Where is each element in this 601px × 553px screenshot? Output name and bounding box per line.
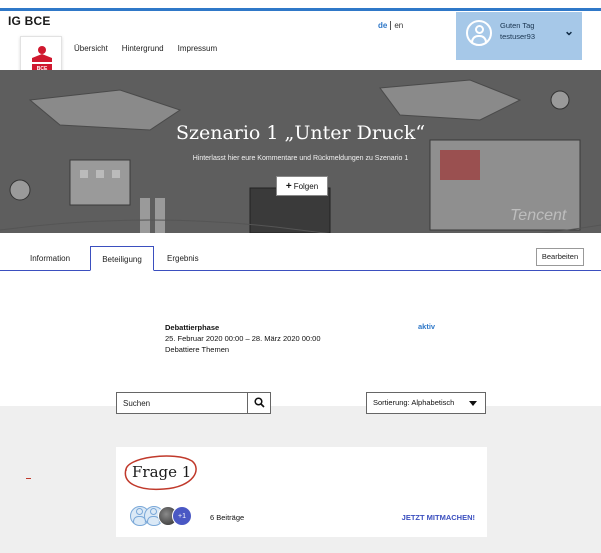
tab-result[interactable]: Ergebnis (167, 246, 199, 271)
search-input[interactable] (117, 393, 247, 413)
search-box (116, 392, 271, 414)
greeting-text: Guten Tag (500, 21, 535, 30)
sort-dropdown[interactable]: Sortierung: Alphabetisch (366, 392, 486, 414)
hero-illustration: Tencent (0, 70, 601, 233)
phase-subtitle: Debattiere Themen (165, 345, 230, 354)
username: testuser93 (500, 32, 536, 41)
page-title: Szenario 1 „Unter Druck“ (175, 122, 426, 144)
search-icon (254, 397, 265, 408)
user-avatar-icon (466, 20, 492, 46)
hero-banner: Tencent Szenario 1 „Unter Druck“ Hinterl… (0, 70, 601, 233)
extra-participants-badge: +1 (172, 506, 192, 526)
main-nav: Übersicht Hintergrund Impressum (74, 44, 217, 53)
topic-card[interactable]: Frage 1 +1 6 Beiträge JETZT MITMACHEN! (116, 447, 487, 537)
sort-label: Sortierung: Alphabetisch (373, 398, 455, 407)
lang-en[interactable]: en (394, 21, 403, 30)
nav-item-imprint[interactable]: Impressum (178, 44, 218, 53)
phase-info: Debattierphase 25. Februar 2020 00:00 – … (165, 322, 321, 355)
tab-information[interactable]: Information (30, 246, 70, 271)
user-menu[interactable]: Guten Tag testuser93 ⌄ (456, 12, 582, 60)
phase-title: Debattierphase (165, 323, 220, 332)
page-subtitle: Hinterlasst hier eure Kommentare und Rüc… (192, 155, 409, 162)
follow-label: Folgen (293, 181, 319, 191)
brand-name: IG BCE (8, 14, 51, 28)
topic-title[interactable]: Frage 1 (132, 463, 191, 481)
nav-item-background[interactable]: Hintergrund (122, 44, 164, 53)
annotation-mark (26, 478, 31, 479)
user-greeting: Guten Tag testuser93 (500, 20, 535, 42)
logo-icon: BCE (32, 46, 52, 72)
lang-separator (390, 21, 392, 31)
nav-item-overview[interactable]: Übersicht (74, 44, 108, 53)
join-link[interactable]: JETZT MITMACHEN! (402, 513, 475, 522)
follow-button[interactable]: + Folgen (276, 176, 328, 196)
lang-de[interactable]: de (378, 21, 387, 30)
edit-button[interactable]: Bearbeiten (536, 248, 584, 266)
chevron-down-icon[interactable]: ⌄ (564, 24, 574, 38)
phase-status-badge: aktiv (418, 322, 436, 331)
language-switcher: de en (378, 21, 403, 31)
tab-participation[interactable]: Beteiligung (90, 246, 154, 271)
contribution-count: 6 Beiträge (210, 513, 245, 522)
phase-dates: 25. Februar 2020 00:00 – 28. März 2020 0… (165, 334, 321, 343)
top-accent-bar (0, 8, 601, 11)
plus-icon: + (285, 180, 292, 192)
participant-avatars: +1 (130, 506, 210, 528)
dropdown-arrow-icon (469, 401, 477, 406)
svg-text:Tencent: Tencent (510, 207, 567, 224)
search-button[interactable] (247, 393, 271, 413)
